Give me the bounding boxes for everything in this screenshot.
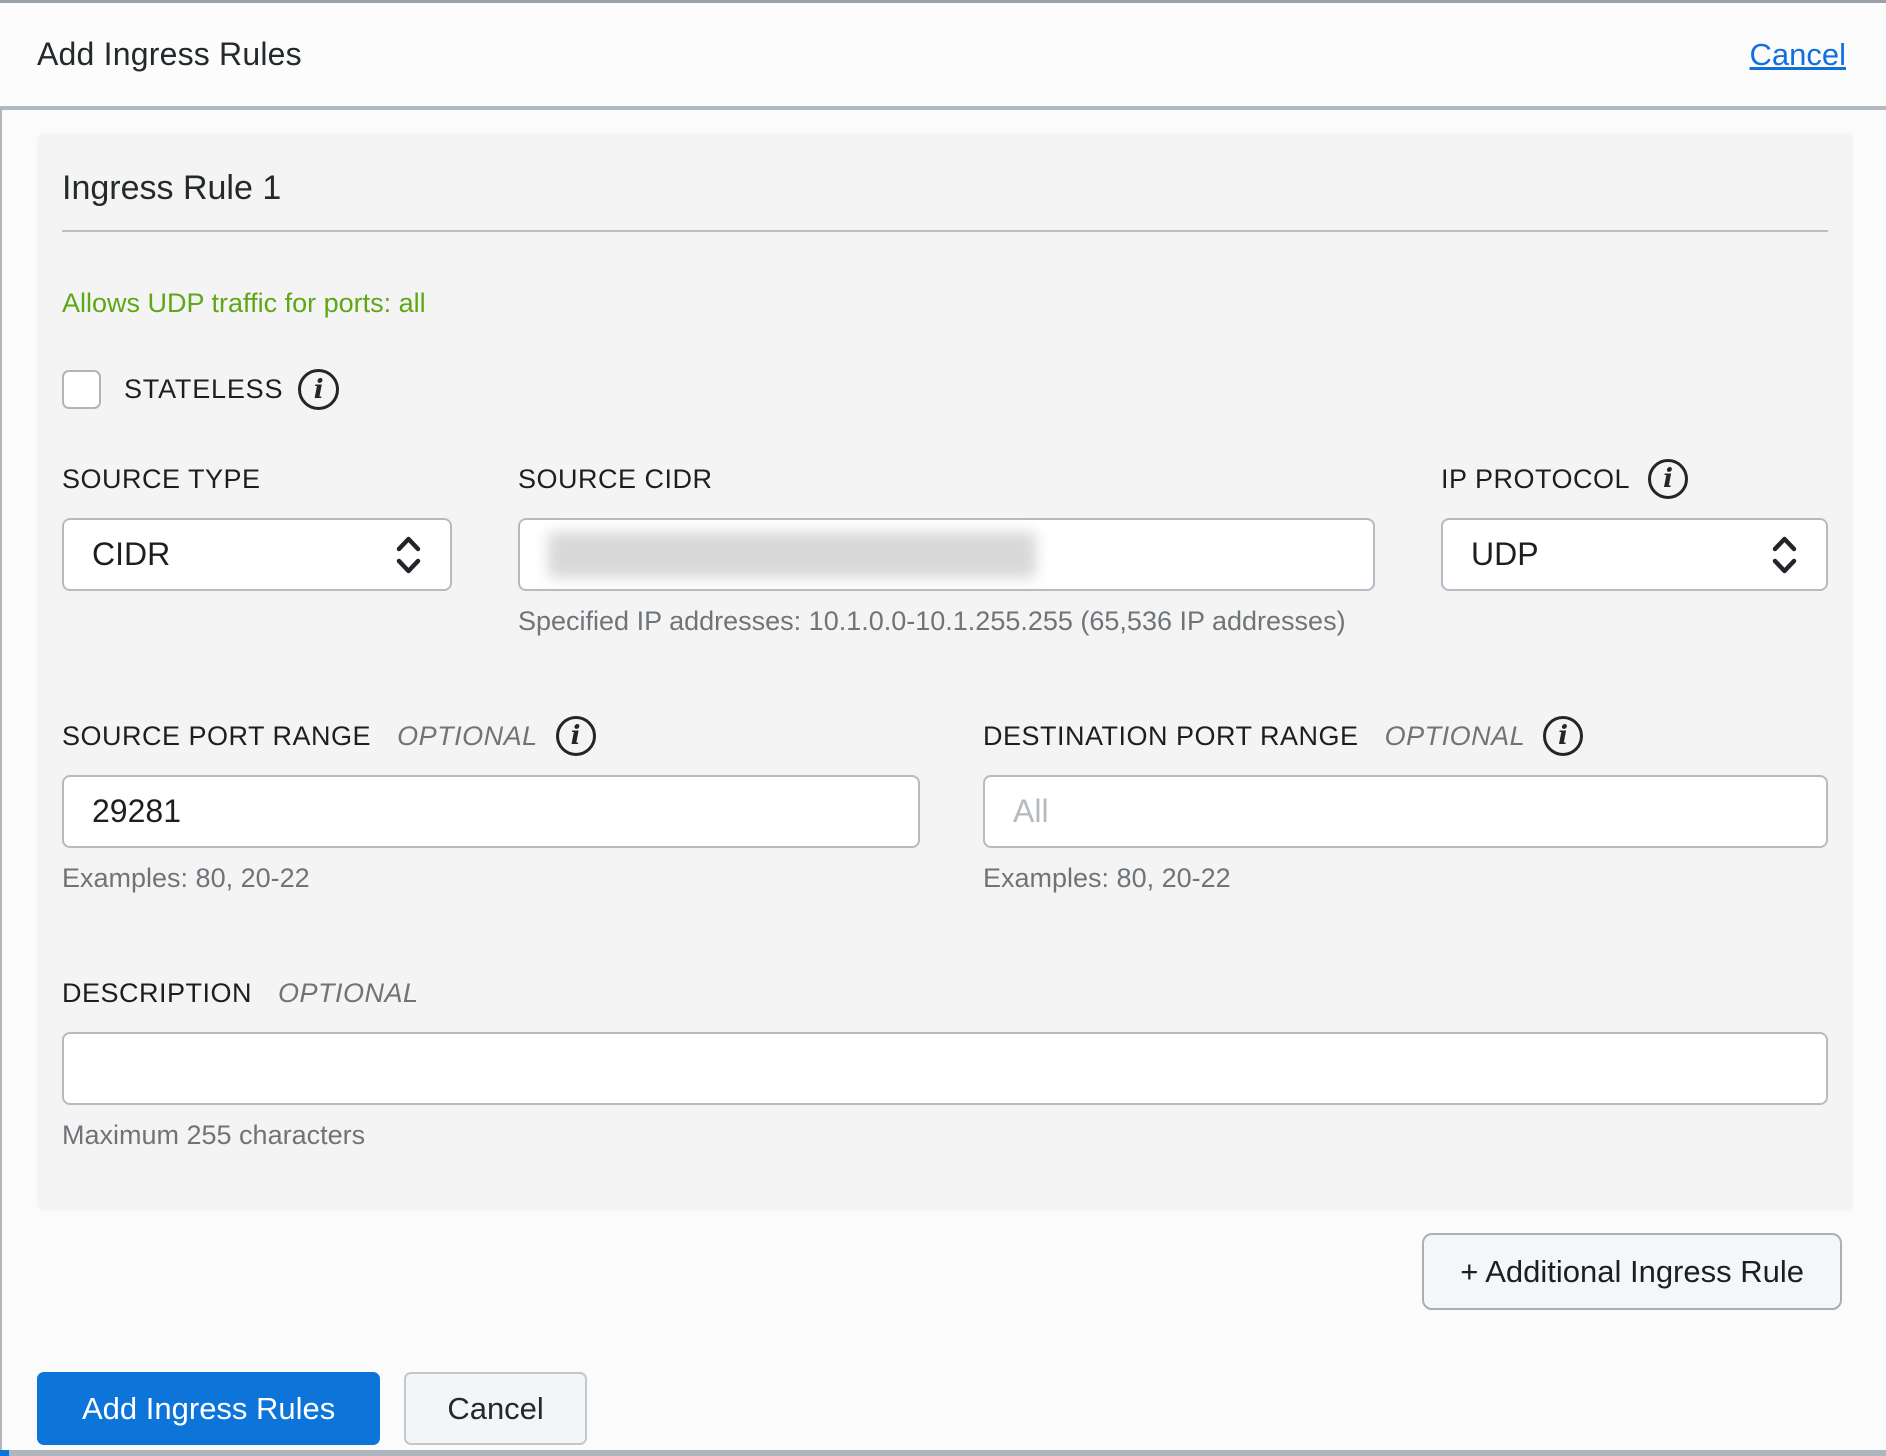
source-type-label: SOURCE TYPE — [62, 464, 261, 495]
traffic-note: Allows UDP traffic for ports: all — [62, 288, 1828, 319]
page-title: Add Ingress Rules — [37, 36, 302, 73]
optional-tag: OPTIONAL — [278, 978, 419, 1009]
additional-ingress-rule-button[interactable]: + Additional Ingress Rule — [1422, 1233, 1842, 1310]
info-icon[interactable]: i — [1648, 459, 1688, 499]
source-port-range-helper: Examples: 80, 20-22 — [62, 863, 920, 894]
ip-protocol-label: IP PROTOCOL — [1441, 464, 1630, 495]
source-port-range-input[interactable] — [62, 775, 920, 848]
info-icon[interactable]: i — [556, 716, 596, 756]
destination-port-range-helper: Examples: 80, 20-22 — [983, 863, 1828, 894]
destination-port-range-field: DESTINATION PORT RANGE OPTIONAL i Exampl… — [983, 715, 1828, 894]
ip-protocol-value: UDP — [1471, 536, 1539, 573]
description-field: DESCRIPTION OPTIONAL Maximum 255 charact… — [62, 972, 1828, 1151]
form-row-source: SOURCE TYPE CIDR SOURCE CIDR Specified I… — [62, 458, 1828, 637]
optional-tag: OPTIONAL — [1385, 721, 1526, 752]
form-row-ports: SOURCE PORT RANGE OPTIONAL i Examples: 8… — [62, 715, 1828, 894]
description-label: DESCRIPTION — [62, 978, 252, 1009]
panel-header: Add Ingress Rules Cancel — [0, 3, 1886, 106]
ip-protocol-field: IP PROTOCOL i UDP — [1441, 458, 1828, 637]
add-ingress-rules-button[interactable]: Add Ingress Rules — [37, 1372, 380, 1445]
source-type-field: SOURCE TYPE CIDR — [62, 458, 452, 637]
rule-title-divider — [62, 230, 1828, 232]
description-input[interactable] — [62, 1032, 1828, 1105]
destination-port-range-label: DESTINATION PORT RANGE — [983, 721, 1359, 752]
ip-protocol-select[interactable]: UDP — [1441, 518, 1828, 591]
background-button-fragment — [0, 1450, 9, 1456]
cancel-link[interactable]: Cancel — [1750, 37, 1847, 73]
ingress-rule-panel: Ingress Rule 1 Allows UDP traffic for po… — [37, 133, 1853, 1211]
source-type-value: CIDR — [92, 536, 170, 573]
source-type-select[interactable]: CIDR — [62, 518, 452, 591]
bottom-divider — [0, 1450, 1886, 1456]
stateless-row: STATELESS i — [62, 369, 1828, 410]
stateless-checkbox[interactable] — [62, 370, 101, 409]
source-port-range-field: SOURCE PORT RANGE OPTIONAL i Examples: 8… — [62, 715, 920, 894]
form-actions-row: Add Ingress Rules Cancel — [37, 1372, 1886, 1445]
header-divider — [0, 106, 1886, 110]
form-row-description: DESCRIPTION OPTIONAL Maximum 255 charact… — [62, 972, 1828, 1151]
source-port-range-label: SOURCE PORT RANGE — [62, 721, 371, 752]
select-chevrons-icon — [1771, 533, 1798, 577]
destination-port-range-input[interactable] — [983, 775, 1828, 848]
rule-title: Ingress Rule 1 — [62, 169, 1828, 208]
source-cidr-label: SOURCE CIDR — [518, 464, 713, 495]
source-cidr-field: SOURCE CIDR Specified IP addresses: 10.1… — [518, 458, 1375, 637]
optional-tag: OPTIONAL — [397, 721, 538, 752]
source-cidr-helper: Specified IP addresses: 10.1.0.0-10.1.25… — [518, 606, 1375, 637]
info-icon[interactable]: i — [298, 369, 339, 410]
stateless-label: STATELESS — [124, 374, 283, 405]
panel-left-edge — [0, 107, 2, 1456]
source-cidr-input[interactable] — [518, 518, 1375, 591]
info-icon[interactable]: i — [1543, 716, 1583, 756]
select-chevrons-icon — [395, 533, 422, 577]
description-helper: Maximum 255 characters — [62, 1120, 1828, 1151]
cancel-button[interactable]: Cancel — [404, 1372, 587, 1445]
additional-rule-row: + Additional Ingress Rule — [0, 1233, 1842, 1310]
